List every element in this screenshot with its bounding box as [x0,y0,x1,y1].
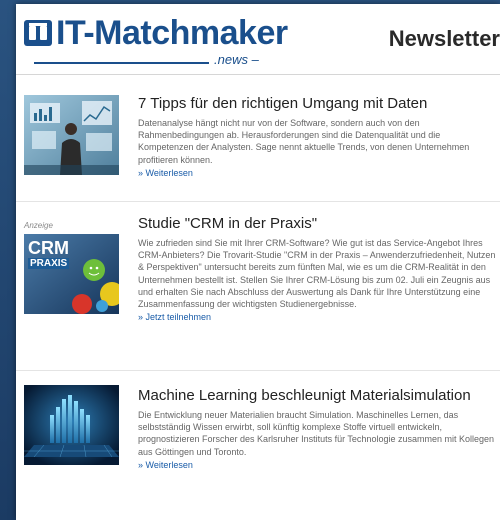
thumb-crm-text: CRM [28,238,69,258]
material-simulation-image [24,385,119,465]
article-text: Die Entwicklung neuer Materialien brauch… [138,410,495,457]
read-more-link[interactable]: » Weiterlesen [138,460,496,470]
article-thumbnail-crm[interactable]: CRM PRAXIS [24,234,119,314]
article-title[interactable]: 7 Tipps für den richtigen Umgang mit Dat… [138,95,496,113]
article-text: Wie zufrieden sind Sie mit Ihrer CRM-Sof… [138,238,496,310]
article-item: 7 Tipps für den richtigen Umgang mit Dat… [16,75,500,202]
article-body: Machine Learning beschleunigt Materialsi… [138,387,496,470]
logo-subtitle: .news – [214,52,259,67]
article-thumbnail-data[interactable] [24,95,119,175]
article-item-ad: Anzeige CRM PRAXIS Studie "CRM in der Pr… [16,202,500,371]
article-body: 7 Tipps für den richtigen Umgang mit Dat… [138,95,496,178]
data-analytics-image [24,95,119,175]
article-title[interactable]: Studie "CRM in der Praxis" [138,215,496,233]
newsletter-page: IT-Matchmaker .news – Newsletter 7 Tipps… [16,4,500,520]
logo[interactable]: IT-Matchmaker .news – [24,14,288,68]
article-text: Datenanalyse hängt nicht nur von der Sof… [138,118,470,165]
article-item: Machine Learning beschleunigt Materialsi… [16,371,500,520]
read-more-link[interactable]: » Weiterlesen [138,168,496,178]
logo-underline [34,62,209,64]
header: IT-Matchmaker .news – Newsletter [16,4,500,74]
ad-label: Anzeige [24,221,53,230]
article-body: Studie "CRM in der Praxis" Wie zufrieden… [138,215,496,322]
article-thumbnail-ml[interactable] [24,385,119,465]
logo-icon [24,20,52,46]
newsletter-title: Newsletter [388,26,500,51]
logo-text: IT-Matchmaker [56,14,288,52]
participate-link[interactable]: » Jetzt teilnehmen [138,312,496,322]
article-title[interactable]: Machine Learning beschleunigt Materialsi… [138,387,496,405]
thumb-praxis-text: PRAXIS [28,258,70,269]
